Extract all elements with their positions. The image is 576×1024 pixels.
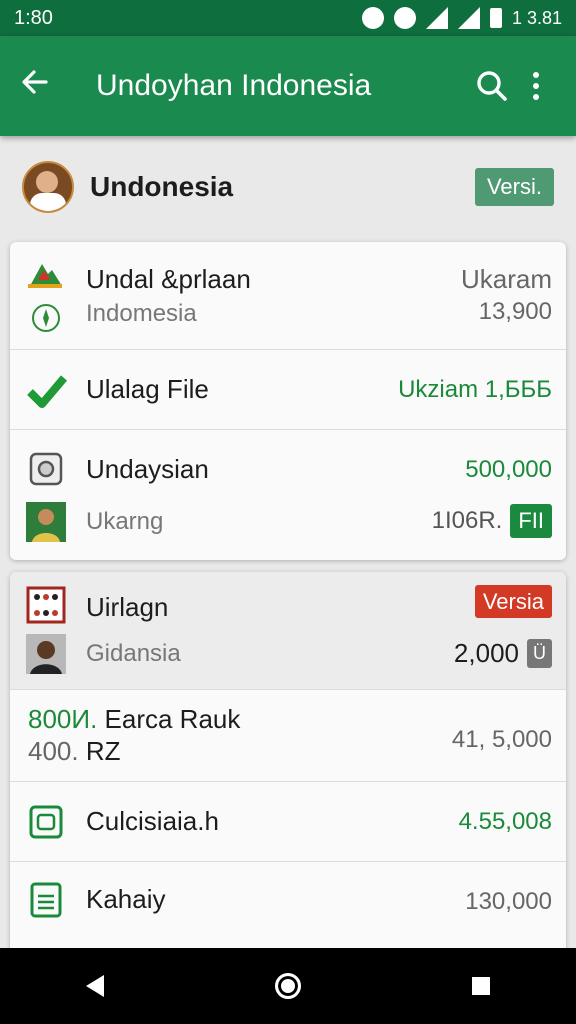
row-title: Kahaiy — [86, 884, 166, 914]
row-value-bottom: 13,900 — [478, 298, 552, 325]
row-line1-code: 800И. — [28, 704, 98, 734]
status-badge[interactable]: FII — [510, 504, 552, 538]
version-badge-wrap: Versia — [474, 585, 552, 618]
row-title: Uirlagn — [86, 592, 169, 622]
status-icons: 1 3.81 — [361, 7, 562, 29]
app-bar: Undoyhan Indonesia — [0, 36, 576, 136]
status-right-text: 1 3.81 — [511, 7, 562, 28]
wallet-icon — [29, 805, 63, 839]
avatar — [22, 161, 74, 213]
status-bar: 1:80 1 3.81 — [0, 0, 576, 36]
app-title: Undoyhan Indonesia — [96, 69, 372, 102]
row-subtitle: Indomesia — [86, 300, 197, 327]
nav-back-icon[interactable] — [85, 975, 104, 997]
row-title: Undal &prlaan — [86, 264, 251, 294]
row-value-text: 2,000 — [453, 638, 519, 668]
version-badge[interactable]: Versia — [474, 585, 552, 618]
row-subtitle: Gidansia — [86, 640, 181, 667]
card-secondary: Uirlagn Versia Gidansia 2,000 Ü 800И. Ea… — [10, 572, 566, 952]
row-value-text: 1I06R. — [431, 507, 503, 534]
arrow-left-icon[interactable] — [20, 67, 80, 106]
row-line2-code: 400. — [28, 736, 79, 766]
avatar — [26, 634, 66, 674]
row-value-top: 500,000 — [465, 456, 552, 483]
navigation-bar — [0, 948, 576, 1024]
row-value-bottom: 1I06R. FII — [432, 504, 552, 538]
list-item[interactable]: 800И. Earca Rauk 400. RZ 41, 5,000 — [10, 690, 566, 782]
delete-icon[interactable]: Ü — [527, 639, 552, 668]
row-value: 130,000 — [465, 888, 552, 915]
list-item[interactable]: Uirlagn Versia Gidansia 2,000 Ü — [10, 572, 566, 690]
list-item[interactable]: Culcisiaia.h 4.55,008 — [10, 782, 566, 862]
row-subtitle: Ukarng — [86, 508, 164, 535]
signal-icon — [457, 7, 480, 29]
logo-icon — [28, 264, 62, 288]
battery-icon — [489, 8, 502, 28]
profile-header[interactable]: Undonesia Versi. — [0, 152, 576, 222]
row-line2-text: RZ — [85, 736, 121, 766]
nav-recent-icon[interactable] — [472, 977, 491, 995]
status-time: 1:80 — [14, 6, 53, 29]
row-title: Ulalag File — [86, 374, 209, 404]
more-vertical-icon[interactable] — [516, 71, 556, 101]
row-value-top: Ukaram — [460, 264, 552, 294]
dice-icon — [26, 586, 66, 624]
row-line1: 800И. Earca Rauk — [28, 704, 240, 735]
list-item[interactable]: Undal &prlaan Indomesia Ukaram 13,900 — [10, 242, 566, 350]
list-item[interactable]: Ulalag File Ukziam 1,БББ — [10, 350, 566, 430]
document-icon — [30, 882, 62, 918]
check-icon — [361, 7, 384, 29]
list-item[interactable]: Kahaiy 130,000 — [10, 862, 566, 944]
card-primary: Undal &prlaan Indomesia Ukaram 13,900 Ul… — [10, 242, 566, 560]
row-value: 2,000 Ü — [454, 638, 552, 669]
compass-icon — [32, 304, 60, 332]
row-value: 4.55,008 — [458, 808, 552, 835]
wifi-icon — [425, 7, 448, 29]
row-title: Undaysian — [86, 454, 209, 484]
row-value: Ukziam 1,БББ — [398, 376, 552, 403]
face-icon — [393, 7, 416, 29]
profile-name: Undonesia — [90, 171, 234, 202]
camera-icon — [29, 452, 63, 486]
file-check-icon — [27, 375, 68, 408]
user-photo-icon — [26, 502, 66, 542]
list-item[interactable]: Undaysian 500,000 Ukarng 1I06R. FII — [10, 430, 566, 560]
search-icon[interactable] — [468, 62, 516, 110]
nav-home-icon[interactable] — [274, 973, 301, 999]
row-line2: 400. RZ — [28, 736, 121, 767]
row-value: 41, 5,000 — [451, 726, 552, 753]
version-chip[interactable]: Versi. — [474, 168, 554, 206]
row-title: Culcisiaia.h — [86, 806, 219, 836]
row-line1-text: Earca Rauk — [104, 704, 241, 734]
